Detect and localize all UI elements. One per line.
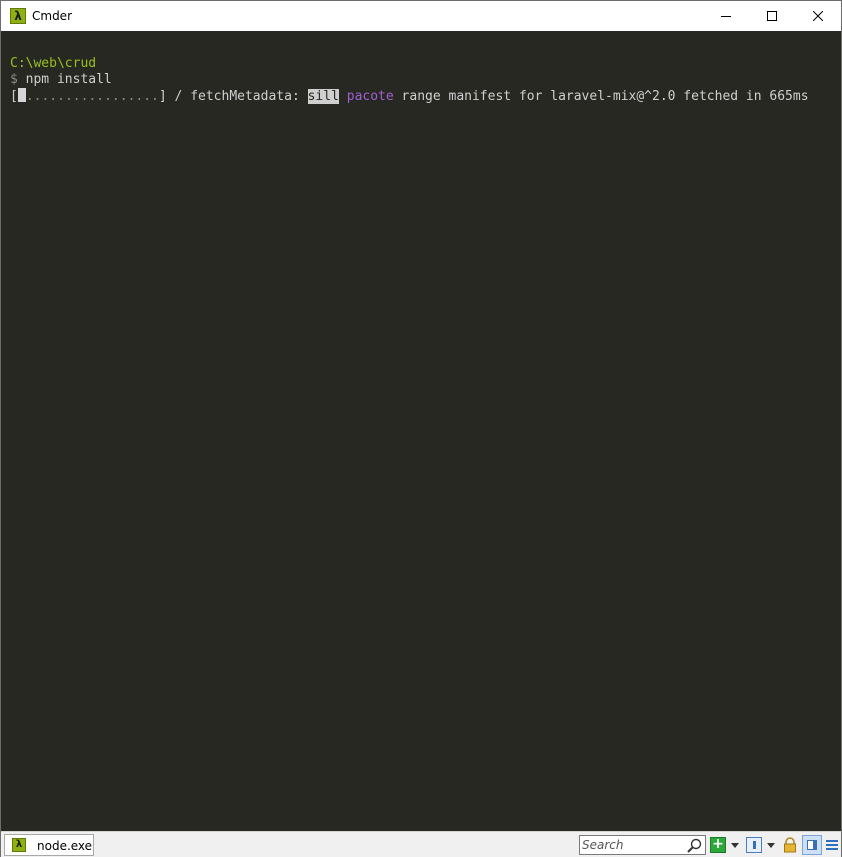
menu-icon-line — [826, 840, 838, 842]
status-bar: λ node.exe + — [1, 831, 841, 857]
minimize-button[interactable] — [703, 1, 749, 31]
lock-icon[interactable] — [782, 837, 798, 853]
command-text: npm install — [25, 72, 112, 87]
cmder-tab-lambda-icon: λ — [12, 838, 26, 852]
log-level-badge: sill — [307, 89, 339, 104]
log-source: pacote — [346, 89, 394, 104]
progress-line: [.................] / fetchMetadata: sil… — [10, 88, 809, 105]
progress-dots: ................. — [25, 89, 159, 104]
progress-close: ] — [158, 89, 167, 104]
console-tab-label: node.exe — [37, 839, 93, 853]
prompt-path: C:\web\crud — [10, 56, 97, 71]
menu-button[interactable] — [825, 837, 841, 853]
console-icon — [753, 841, 756, 849]
progress-cursor — [17, 88, 26, 102]
cmder-lambda-icon[interactable]: λ — [10, 8, 26, 24]
progress-open: [ — [10, 89, 18, 104]
add-console-dropdown-icon[interactable] — [731, 843, 739, 848]
title-bar[interactable]: λ Cmder — [1, 1, 841, 31]
console-tab-node[interactable]: λ node.exe — [4, 834, 94, 856]
split-view-button[interactable] — [802, 835, 822, 855]
maximize-icon — [767, 11, 777, 21]
maximize-button[interactable] — [749, 1, 795, 31]
command-line: $ npm install — [10, 72, 112, 88]
console-list-dropdown-icon[interactable] — [767, 843, 775, 848]
close-icon — [813, 11, 823, 21]
search-box[interactable] — [579, 835, 706, 855]
menu-icon-line — [826, 844, 838, 846]
search-icon[interactable] — [687, 838, 702, 853]
terminal-console[interactable]: C:\web\crud $ npm install [.............… — [1, 31, 841, 831]
log-message: range manifest for laravel-mix@^2.0 fetc… — [393, 89, 809, 104]
minimize-icon — [721, 16, 731, 17]
close-button[interactable] — [795, 1, 841, 31]
cmder-window: λ Cmder C:\web\crud $ npm install [.....… — [0, 0, 842, 857]
console-list-button[interactable] — [746, 837, 762, 853]
menu-icon-line — [826, 848, 838, 850]
add-console-button[interactable]: + — [710, 837, 726, 853]
progress-rest: / fetchMetadata: — [166, 89, 308, 104]
prompt-symbol: $ — [10, 72, 18, 87]
split-pane-icon — [813, 840, 817, 850]
search-input[interactable] — [582, 837, 682, 853]
window-title: Cmder — [32, 9, 73, 23]
